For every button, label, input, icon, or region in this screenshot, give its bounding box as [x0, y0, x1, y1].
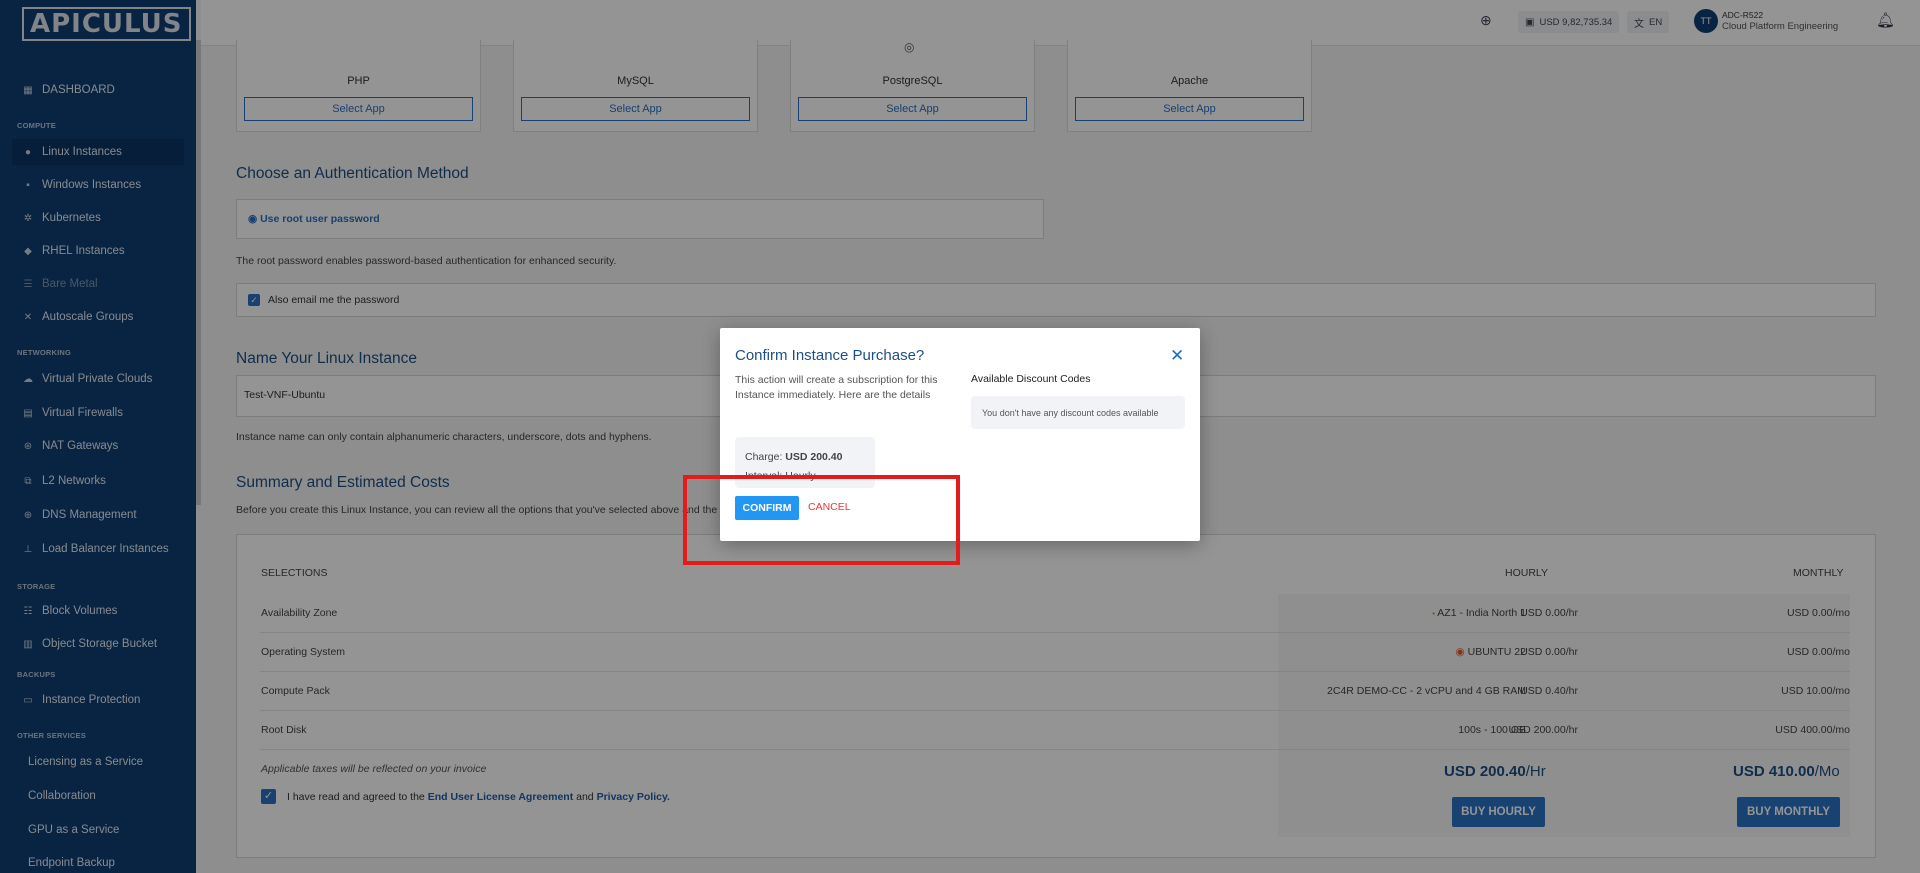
highlight-box	[683, 475, 960, 565]
charge-value: USD 200.40	[785, 451, 843, 463]
discount-codes-empty: You don't have any discount codes availa…	[971, 396, 1185, 429]
close-icon[interactable]: ✕	[1170, 346, 1184, 366]
discount-codes-title: Available Discount Codes	[971, 373, 1091, 385]
charge-label: Charge:	[745, 451, 783, 463]
modal-title: Confirm Instance Purchase?	[735, 347, 925, 364]
modal-description: This action will create a subscription f…	[735, 374, 938, 401]
